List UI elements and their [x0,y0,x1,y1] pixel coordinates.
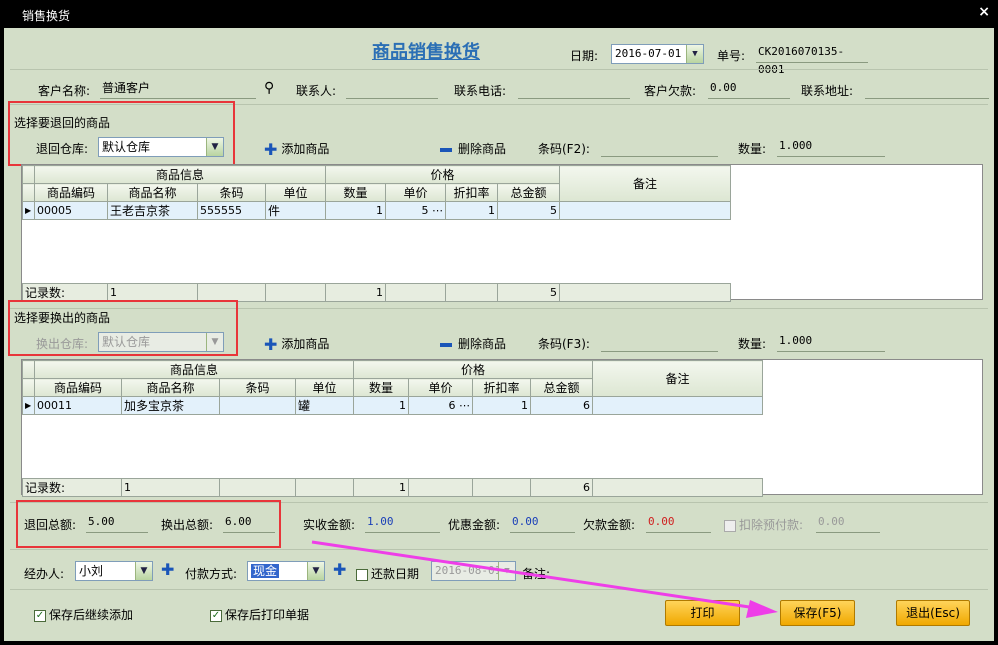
annotation-arrow [311,540,778,618]
dialog-body: 商品销售换货 日期: 2016-07-01 ▼ 单号: CK2016070135-… [4,28,994,641]
window-title: 销售换货 [22,9,71,23]
title-bar: 销售换货 × [0,0,998,28]
close-icon[interactable]: × [978,4,990,20]
window: 销售换货 × 商品销售换货 日期: 2016-07-01 ▼ 单号: CK2016… [0,0,998,645]
